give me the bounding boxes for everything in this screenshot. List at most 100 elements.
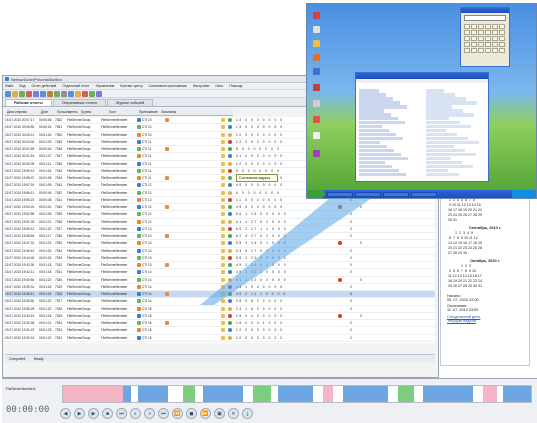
calculator-key[interactable] [499,42,505,47]
menu-item[interactable]: Контакт центр [120,84,142,88]
calculator-key[interactable] [478,48,484,53]
toolbar-button-icon[interactable] [82,90,88,97]
player-control-icon[interactable]: ▣ [214,408,225,419]
player-control-icon[interactable]: ⏭ [116,408,127,419]
calendar-days[interactable]: 2 3 4 5 6 7 8 9 10 11 12 13 14 15 16 17 … [441,197,529,224]
player-control-icon[interactable]: ⏩ [200,408,211,419]
table-row[interactable]: 15.07.2010 19:34:10 00:01:18 7325 FileServe… [5,313,435,320]
table-row[interactable]: 15.07.2010 19:47:31 00:01:22 7335 FileServe… [5,240,435,248]
player-control-icon[interactable]: ⏮ [158,408,169,419]
menu-item[interactable]: Вид [19,84,25,88]
table-row[interactable]: 15.07.2010 19:31:22 00:01:25 7323 FileServe… [5,327,435,335]
table-row[interactable]: 15.07.2010 19:42:11 00:01:18 7331 FileServe… [5,269,435,277]
menu-item[interactable]: Настройки [193,84,210,88]
calendar-days[interactable]: 1 2 3 4 5 6 7 8 9 10 11 12 13 14 15 16 1… [441,230,529,257]
menu-item[interactable]: Системные приложения [149,84,187,88]
taskbar-task[interactable] [355,191,381,197]
calculator-key[interactable] [471,42,477,47]
start-button[interactable] [307,190,325,198]
calendar-days[interactable]: 1 2 3 4 5 6 7 8 9 10 11 12 13 14 15 16 1… [441,263,529,290]
table-row[interactable]: 15.07.2010 19:52:55 00:01:05 7339 FileServe… [5,211,435,219]
toolbar-button-icon[interactable] [68,90,74,97]
calculator-key[interactable] [478,24,484,29]
table-row[interactable]: 15.07.2010 19:51:33 00:01:21 7338 FileServe… [5,219,435,226]
calculator-key[interactable] [485,36,491,41]
calculator-key[interactable] [492,24,498,29]
calculator-key[interactable] [492,36,498,41]
table-row[interactable]: 15.07.2010 19:50:12 00:01:20 7337 FileServe… [5,226,435,233]
timeline-track[interactable] [62,385,532,403]
taskbar-task[interactable] [411,191,437,197]
table-row[interactable]: 15.07.2010 19:48:54 00:01:17 7336 FileServe… [5,233,435,241]
player-control-icon[interactable]: ⏪ [172,408,183,419]
column-header[interactable]: Длит [39,110,55,114]
toolbar-button-icon[interactable] [75,90,81,97]
player-control-icon[interactable]: ▶ [88,408,99,419]
player-control-icon[interactable]: ◼ [186,408,197,419]
calculator-key[interactable] [471,24,477,29]
calculator-key[interactable] [492,48,498,53]
calculator-key[interactable] [485,24,491,29]
calculator-key[interactable] [485,42,491,47]
table-row[interactable]: 15.07.2010 19:43:30 00:01:18 7332 FileServe… [5,262,435,270]
player-control-icon[interactable]: ◐ [130,408,141,419]
calculator-key[interactable] [499,24,505,29]
calculator-key[interactable] [464,42,470,47]
column-header[interactable]: Пользователь [55,110,79,114]
table-row[interactable]: 15.07.2010 19:32:48 00:01:21 7324 FileServe… [5,320,435,328]
calculator-key[interactable] [471,48,477,53]
calculator-key[interactable] [464,36,470,41]
column-header[interactable]: Группа [79,110,107,114]
calculator-key[interactable] [492,30,498,35]
link-week[interactable]: Текущая неделя [441,319,529,323]
table-row[interactable]: 15.07.2010 19:30:01 00:01:20 7322 FileServe… [5,335,435,342]
toolbar-button-icon[interactable] [54,90,60,97]
taskbar-task[interactable] [383,191,409,197]
calculator-key[interactable] [464,24,470,29]
calculator-key[interactable] [464,30,470,35]
tab-3[interactable]: Журнал событий [107,99,154,106]
menu-item[interactable]: Отдельный отчет [62,84,89,88]
menu-item[interactable]: Окно [215,84,223,88]
toolbar-button-icon[interactable] [12,90,18,97]
menu-item[interactable]: Файл [5,84,13,88]
toolbar-button-icon[interactable] [19,90,25,97]
calculator-key[interactable] [499,30,505,35]
menu-item[interactable]: Управление [96,84,115,88]
table-row[interactable]: 15.07.2010 19:35:29 00:01:20 7326 FileServe… [5,306,435,313]
player-control-icon[interactable]: ▶ [74,408,85,419]
column-header[interactable]: Хост [107,110,137,114]
table-row[interactable]: 15.07.2010 19:36:50 00:01:20 7327 FileServe… [5,298,435,306]
table-row[interactable]: 15.07.2010 19:28:3300:01:277321FileServe… [5,342,435,343]
player-control-icon[interactable]: ◀ [60,408,71,419]
calculator-key[interactable] [492,42,498,47]
menu-item[interactable]: Отчет действий [31,84,56,88]
table-row[interactable]: 15.07.2010 19:40:50 00:01:20 7330 FileServe… [5,277,435,284]
toolbar-button-icon[interactable] [89,90,95,97]
calculator-key[interactable] [471,36,477,41]
column-header[interactable]: Заголовок [159,110,219,114]
calculator-key[interactable] [499,36,505,41]
table-row[interactable]: 15.07.2010 19:44:49 00:01:20 7333 FileServe… [5,255,435,262]
tab-2[interactable]: Оперативные отчеты [52,99,107,106]
toolbar-button-icon[interactable] [61,90,67,97]
calculator-key[interactable] [485,30,491,35]
calculator-key[interactable] [464,48,470,53]
tab-1[interactable]: Рабочие отчеты [5,99,52,106]
toolbar-button-icon[interactable] [96,90,102,97]
toolbar-button-icon[interactable] [5,90,11,97]
taskbar-task[interactable] [327,191,353,197]
end-value[interactable]: 11 .07 .2010 23:59 [441,308,529,312]
calculator-key[interactable] [499,48,505,53]
calculator-key[interactable] [478,42,484,47]
player-control-icon[interactable]: ◑ [144,408,155,419]
calculator-key[interactable] [471,30,477,35]
player-control-icon[interactable]: ■ [102,408,113,419]
column-header[interactable]: Приложение [137,110,159,114]
table-row[interactable]: 15.07.2010 19:46:10 00:01:20 7334 FileServe… [5,248,435,255]
calculator-key[interactable] [485,48,491,53]
calculator-key[interactable] [478,36,484,41]
table-row[interactable]: 15.07.2010 19:54:01 00:01:20 7340 FileServe… [5,204,435,212]
toolbar-button-icon[interactable] [26,90,32,97]
toolbar-button-icon[interactable] [40,90,46,97]
